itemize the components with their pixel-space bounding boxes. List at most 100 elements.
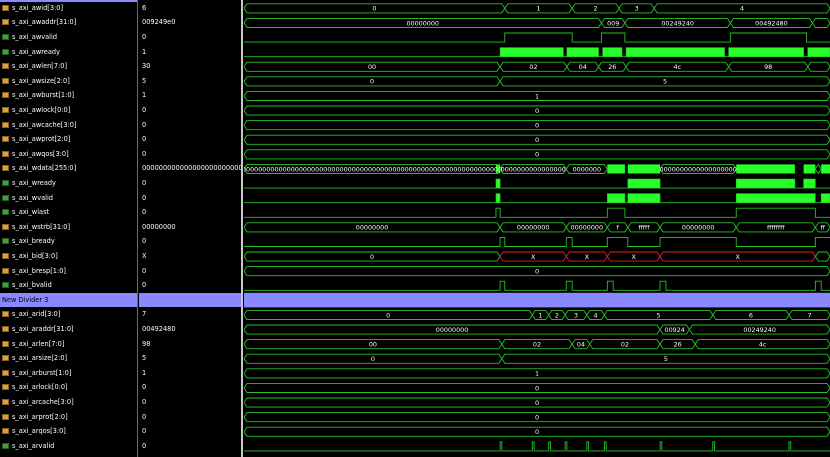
signal-value: 0 bbox=[142, 135, 147, 144]
bus-value-label: fffff bbox=[638, 224, 650, 232]
wave-fill bbox=[499, 47, 564, 57]
signal-name: s_axi_araddr[31:0] bbox=[12, 325, 74, 333]
signal-name-row[interactable]: s_axi_bresp[1:0] bbox=[0, 264, 137, 279]
bus-value-label: 4 bbox=[594, 311, 598, 319]
signal-name-row[interactable]: s_axi_bid[3:0] bbox=[0, 249, 137, 264]
bus-value-label: 3 bbox=[635, 5, 639, 13]
bus-value-label: 04 bbox=[577, 340, 585, 348]
bus-value-label: 6 bbox=[749, 311, 753, 319]
signal-name: s_axi_awsize[2:0] bbox=[12, 76, 70, 85]
signal-name-row[interactable]: s_axi_awcache[3:0] bbox=[0, 118, 137, 133]
signal-value: 0 bbox=[142, 281, 147, 290]
bus-signal-icon bbox=[2, 77, 9, 84]
bus-value-label: ff bbox=[820, 224, 825, 232]
signal-name-row[interactable]: s_axi_arqos[3:0] bbox=[0, 424, 137, 439]
divider-row[interactable]: New Divider 3 bbox=[0, 292, 137, 308]
bus-value-label: 02 bbox=[621, 340, 629, 348]
signal-name-row[interactable]: s_axi_awqos[3:0] bbox=[0, 147, 137, 162]
bus-value-label: 0 bbox=[372, 5, 376, 13]
signal-value: 0 bbox=[142, 237, 147, 246]
bus-value-label: 5 bbox=[663, 78, 667, 86]
bus-value-label: 4c bbox=[759, 340, 767, 348]
signal-name-row[interactable]: s_axi_wready bbox=[0, 176, 137, 191]
bus-value-label: 0 bbox=[370, 78, 374, 86]
signal-name-row[interactable]: s_axi_bvalid bbox=[0, 278, 137, 293]
bus-value-label: 0 bbox=[535, 136, 539, 144]
bit-signal-icon bbox=[2, 34, 9, 40]
signal-name-row[interactable]: s_axi_awsize[2:0] bbox=[0, 74, 137, 89]
signal-name-row[interactable]: s_axi_arlen[7:0] bbox=[0, 337, 137, 352]
signal-name: s_axi_awqos[3:0] bbox=[12, 149, 69, 158]
bus-value-label: 0 bbox=[371, 355, 375, 363]
bus-value-label: 0 bbox=[535, 107, 539, 115]
wave-fill bbox=[607, 193, 626, 204]
signal-name-row[interactable]: s_axi_araddr[31:0] bbox=[0, 322, 137, 337]
bus-signal-icon bbox=[2, 326, 9, 332]
signal-name: s_axi_awvalid bbox=[12, 33, 58, 41]
bus-value-label: 00 bbox=[368, 63, 376, 71]
signal-name-row[interactable]: s_axi_arcache[3:0] bbox=[0, 395, 137, 410]
signal-name-row[interactable]: s_axi_awburst[1:0] bbox=[0, 88, 137, 103]
signal-name: s_axi_wvalid bbox=[12, 193, 53, 202]
bus-signal-icon bbox=[2, 399, 9, 405]
signal-name-row[interactable]: s_axi_awid[3:0] bbox=[0, 1, 137, 16]
signal-name-row[interactable]: s_axi_awaddr[31:0] bbox=[0, 15, 137, 30]
signal-value: 0 bbox=[142, 33, 147, 41]
signal-name-row[interactable]: s_axi_wstrb[31:0] bbox=[0, 220, 137, 235]
bit-signal-icon bbox=[2, 238, 9, 245]
bus-signal-icon bbox=[2, 165, 9, 172]
bus-value-label: 00249240 bbox=[661, 19, 694, 27]
signal-name-row[interactable]: s_axi_awready bbox=[0, 45, 137, 60]
signal-name-row[interactable]: s_axi_wvalid bbox=[0, 191, 137, 206]
bus-value-label: 00000000 bbox=[436, 326, 469, 334]
wave-fill bbox=[807, 47, 830, 57]
signal-name: s_axi_bresp[1:0] bbox=[12, 266, 66, 275]
bus-value-label: X bbox=[585, 253, 590, 261]
wave-fill bbox=[566, 47, 599, 57]
signal-name-row[interactable]: s_axi_awprot[2:0] bbox=[0, 132, 137, 147]
bus-value-label: 0 bbox=[386, 311, 390, 319]
signal-name: s_axi_arlen[7:0] bbox=[12, 339, 65, 348]
bus-signal-icon bbox=[2, 369, 9, 376]
waveform-canvas[interactable]: 0 1 2 3 400000000 009 00249240 0049248000 02 04 26… bbox=[244, 0, 830, 457]
signal-name: s_axi_awcache[3:0] bbox=[12, 120, 77, 129]
signal-value: 0 bbox=[142, 383, 147, 392]
bus-value-label: 3 bbox=[574, 311, 578, 319]
signal-name-row[interactable]: s_axi_awlock[0:0] bbox=[0, 103, 137, 118]
bus-segment bbox=[807, 61, 830, 72]
signal-name: s_axi_awlen[7:0] bbox=[12, 62, 68, 71]
bus-value-label: 1 bbox=[536, 5, 540, 13]
signal-name-row[interactable]: s_axi_arvalid bbox=[0, 439, 137, 454]
bus-value-label: 02 bbox=[529, 63, 537, 71]
signal-name: s_axi_awburst[1:0] bbox=[12, 91, 75, 100]
bus-value-label: 0 bbox=[535, 151, 539, 159]
bus-value-label: 00000000 bbox=[682, 224, 715, 232]
bus-value-label: 4c bbox=[674, 63, 682, 71]
signal-name: s_axi_wstrb[31:0] bbox=[12, 222, 71, 231]
bus-signal-icon bbox=[2, 311, 9, 318]
signal-name-row[interactable]: s_axi_bready bbox=[0, 234, 137, 249]
signal-name: s_axi_arid[3:0] bbox=[12, 310, 61, 319]
wave-fill bbox=[803, 178, 816, 189]
signal-name-row[interactable]: s_axi_awvalid bbox=[0, 30, 137, 45]
bus-signal-icon bbox=[2, 267, 9, 274]
signal-name-row[interactable]: s_axi_arlock[0:0] bbox=[0, 380, 137, 395]
signal-name-row[interactable]: s_axi_wdata[255:0] bbox=[0, 161, 137, 176]
bus-value-label: f bbox=[616, 224, 619, 232]
selection-highlight bbox=[0, 0, 137, 2]
signal-name-row[interactable]: s_axi_arburst[1:0] bbox=[0, 366, 137, 381]
signal-name-row[interactable]: s_axi_wlast bbox=[0, 205, 137, 220]
signal-name-row[interactable]: s_axi_arprot[2:0] bbox=[0, 410, 137, 425]
bus-value-label: 04 bbox=[579, 63, 587, 71]
bus-value-label: 2 bbox=[555, 311, 559, 319]
bus-value-label: 7 bbox=[807, 311, 811, 319]
bit-waveform bbox=[244, 32, 830, 43]
signal-value: 0 bbox=[142, 441, 147, 450]
waveform-pane[interactable]: 0 1 2 3 4 00000000 009 00249240 00492480 00 02 04 26… bbox=[244, 0, 830, 457]
signal-name-row[interactable]: s_axi_awlen[7:0] bbox=[0, 59, 137, 74]
wave-fill bbox=[495, 178, 501, 189]
signal-name-row[interactable]: s_axi_arid[3:0] bbox=[0, 307, 137, 322]
signal-value: 0 bbox=[142, 106, 147, 114]
signal-name-row[interactable]: s_axi_arsize[2:0] bbox=[0, 351, 137, 366]
bus-value-label: 00492480 bbox=[755, 19, 788, 27]
